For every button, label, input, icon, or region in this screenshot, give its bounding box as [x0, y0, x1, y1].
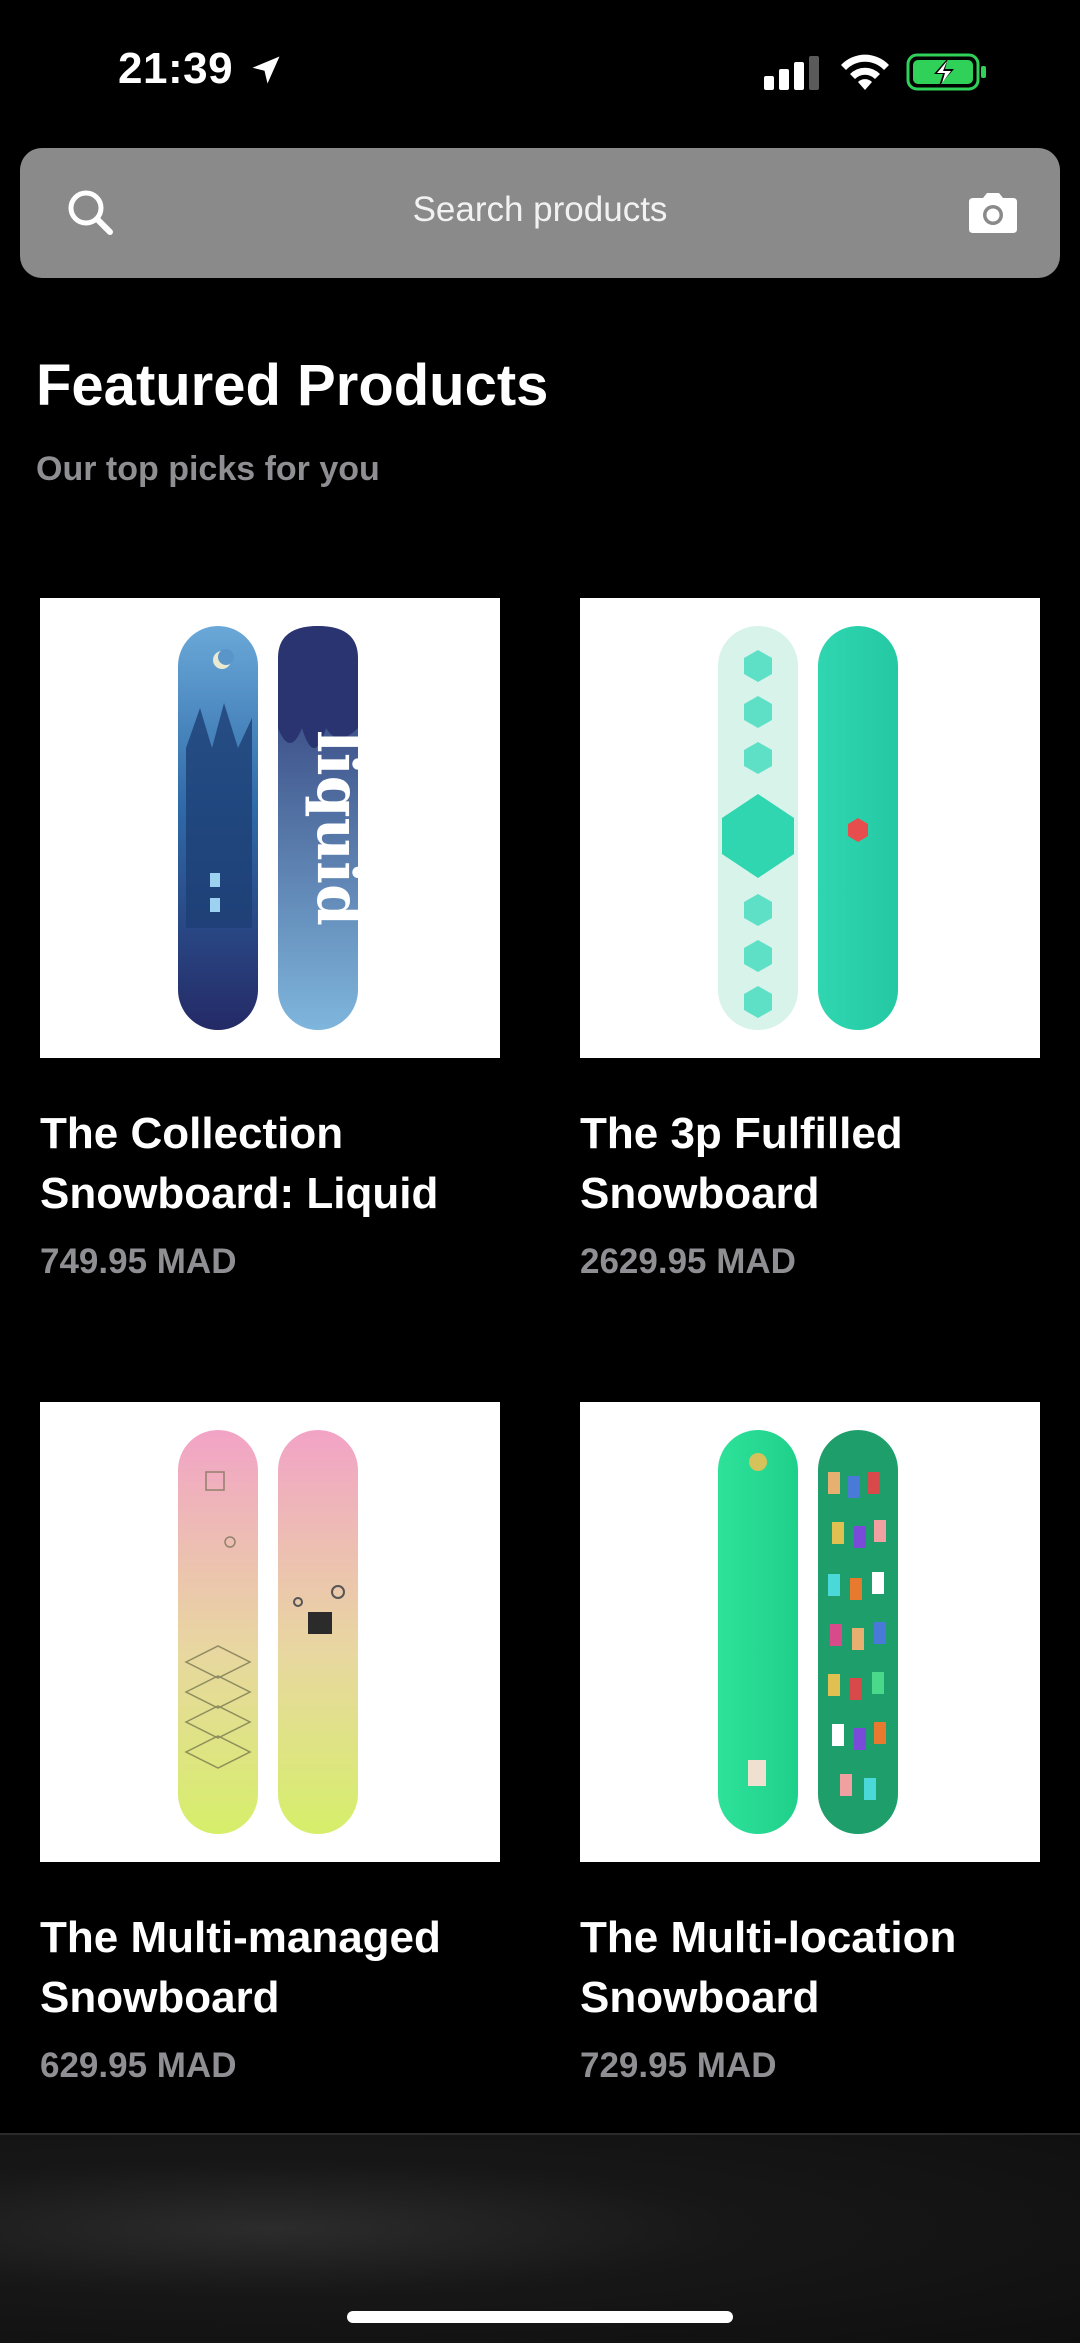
product-title-line: Snowboard	[580, 1169, 820, 1218]
product-title-line: The Multi-location	[580, 1913, 957, 1962]
status-time: 21:39	[118, 44, 234, 93]
product-image[interactable]	[580, 1402, 1040, 1862]
product-image[interactable]	[580, 598, 1040, 1058]
cellular-signal-icon	[764, 56, 819, 90]
product-image[interactable]	[40, 1402, 500, 1862]
search-input[interactable]: Search products	[20, 190, 1060, 230]
product-card[interactable]: The 3p Fulfilled Snowboard 2629.95 MAD	[580, 598, 1040, 1282]
board-brand-text: liquid	[303, 730, 373, 926]
snowboard-image	[718, 626, 898, 1030]
snowboard-image	[178, 1430, 358, 1834]
product-title[interactable]: The 3p Fulfilled Snowboard	[580, 1104, 1040, 1224]
product-card[interactable]: The Multi-managed Snowboard 629.95 MAD	[40, 1402, 500, 2086]
product-image[interactable]: liquid	[40, 598, 500, 1058]
battery-charging-icon	[906, 53, 986, 91]
snowboard-image: liquid	[178, 626, 373, 1030]
product-title-line: Snowboard: Liquid	[40, 1169, 439, 1218]
product-title-line: The Multi-managed	[40, 1913, 441, 1962]
location-arrow-icon	[252, 56, 280, 84]
section-title: Featured Products	[36, 353, 549, 418]
status-bar: 21:39	[0, 0, 1080, 140]
section-subtitle: Our top picks for you	[36, 450, 380, 488]
product-title-line: The Collection	[40, 1109, 344, 1158]
camera-icon[interactable]	[968, 192, 1018, 234]
product-price: 749.95 MAD	[40, 1242, 237, 1281]
product-title[interactable]: The Multi-location Snowboard	[580, 1908, 1040, 2028]
product-title[interactable]: The Collection Snowboard: Liquid	[40, 1104, 500, 1224]
product-price: 2629.95 MAD	[580, 1242, 796, 1281]
snowboard-image	[718, 1430, 898, 1834]
product-price: 629.95 MAD	[40, 2046, 237, 2085]
product-title-line: The 3p Fulfilled	[580, 1109, 903, 1158]
product-title[interactable]: The Multi-managed Snowboard	[40, 1908, 500, 2028]
product-title-line: Snowboard	[40, 1973, 280, 2022]
wifi-icon	[841, 54, 889, 90]
home-indicator[interactable]	[347, 2311, 733, 2323]
search-bar[interactable]: Search products	[20, 148, 1060, 278]
product-title-line: Snowboard	[580, 1973, 820, 2022]
product-price: 729.95 MAD	[580, 2046, 777, 2085]
product-card[interactable]: liquid The Collection Snowboard: Liquid …	[40, 598, 500, 1282]
product-card[interactable]: The Multi-location Snowboard 729.95 MAD	[580, 1402, 1040, 2086]
